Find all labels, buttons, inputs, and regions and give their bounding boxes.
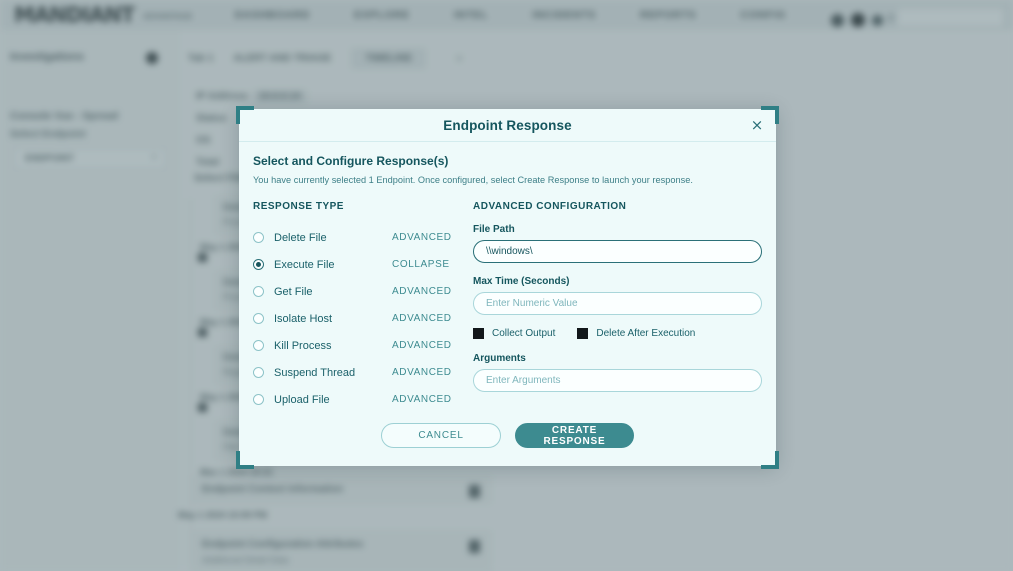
radio-suspend-thread[interactable] [253,367,264,378]
advanced-configuration-column: ADVANCED CONFIGURATION File Path Max Tim… [473,201,762,413]
max-time-label: Max Time (Seconds) [473,276,762,287]
radio-get-file[interactable] [253,286,264,297]
response-option-execute-file[interactable]: Execute File COLLAPSE [253,251,473,278]
endpoint-response-dialog: Endpoint Response × Select and Configure… [239,109,776,466]
section-subtitle: You have currently selected 1 Endpoint. … [253,175,762,185]
dialog-header: Endpoint Response × [239,109,776,142]
response-option-label[interactable]: Execute File [274,259,392,271]
response-option-label[interactable]: Suspend Thread [274,367,392,379]
response-option-label[interactable]: Get File [274,286,392,298]
create-response-button[interactable]: CREATE RESPONSE [515,423,634,448]
advanced-toggle-get-file[interactable]: ADVANCED [392,286,452,297]
dialog-title: Endpoint Response [443,118,571,133]
delete-after-execution-label[interactable]: Delete After Execution [596,328,695,339]
collapse-toggle-execute-file[interactable]: COLLAPSE [392,259,450,270]
response-type-column: RESPONSE TYPE Delete File ADVANCED Execu… [253,201,473,413]
file-path-field-group: File Path [473,224,762,263]
max-time-input[interactable] [473,292,762,315]
max-time-field-group: Max Time (Seconds) [473,276,762,315]
response-option-label[interactable]: Kill Process [274,340,392,352]
close-icon[interactable]: × [748,116,766,134]
response-option-get-file[interactable]: Get File ADVANCED [253,278,473,305]
app-root: MANDIANT ADVANTAGE DASHBOARD EXPLORE INT… [0,0,1013,571]
radio-kill-process[interactable] [253,340,264,351]
collect-output-label[interactable]: Collect Output [492,328,555,339]
response-option-isolate-host[interactable]: Isolate Host ADVANCED [253,305,473,332]
section-title: Select and Configure Response(s) [253,154,762,168]
dialog-body: Select and Configure Response(s) You hav… [239,142,776,413]
checkbox-collect-output[interactable] [473,328,484,339]
response-option-suspend-thread[interactable]: Suspend Thread ADVANCED [253,359,473,386]
checkbox-delete-after-execution[interactable] [577,328,588,339]
advanced-toggle-suspend-thread[interactable]: ADVANCED [392,367,452,378]
response-type-heading: RESPONSE TYPE [253,201,473,212]
arguments-label: Arguments [473,353,762,364]
response-option-delete-file[interactable]: Delete File ADVANCED [253,224,473,251]
advanced-toggle-isolate-host[interactable]: ADVANCED [392,313,452,324]
dialog-footer: CANCEL CREATE RESPONSE [239,404,776,466]
radio-isolate-host[interactable] [253,313,264,324]
response-option-kill-process[interactable]: Kill Process ADVANCED [253,332,473,359]
cancel-button[interactable]: CANCEL [381,423,501,448]
advanced-toggle-delete-file[interactable]: ADVANCED [392,232,452,243]
arguments-input[interactable] [473,369,762,392]
radio-delete-file[interactable] [253,232,264,243]
file-path-label: File Path [473,224,762,235]
arguments-field-group: Arguments [473,353,762,392]
advanced-configuration-heading: ADVANCED CONFIGURATION [473,201,762,212]
response-option-label[interactable]: Delete File [274,232,392,244]
response-option-label[interactable]: Isolate Host [274,313,392,325]
radio-execute-file[interactable] [253,259,264,270]
file-path-input[interactable] [473,240,762,263]
advanced-toggle-kill-process[interactable]: ADVANCED [392,340,452,351]
advanced-checkbox-row: Collect Output Delete After Execution [473,328,762,339]
